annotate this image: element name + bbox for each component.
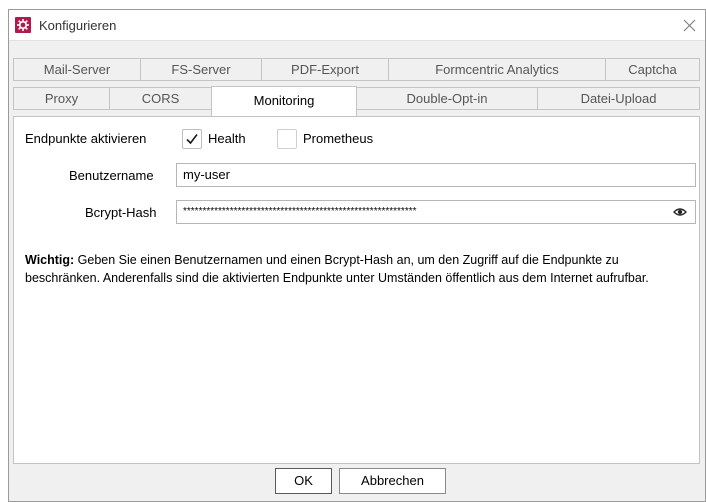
- tab-mail-server[interactable]: Mail-Server: [13, 58, 141, 81]
- tab-pdf-export[interactable]: PDF-Export: [261, 58, 389, 81]
- health-label: Health: [208, 131, 246, 146]
- monitoring-panel: Endpunkte aktivieren Health Prometheus B…: [13, 116, 700, 464]
- endpoints-label: Endpunkte aktivieren: [25, 131, 147, 146]
- note-bold: Wichtig:: [25, 253, 75, 267]
- tab-fs-server[interactable]: FS-Server: [140, 58, 262, 81]
- eye-icon[interactable]: [673, 206, 687, 218]
- prometheus-checkbox[interactable]: [277, 129, 297, 149]
- app-logo-icon: [15, 17, 31, 33]
- note-text: Geben Sie einen Benutzernamen und einen …: [25, 253, 649, 285]
- tab-cors[interactable]: CORS: [109, 87, 212, 110]
- hash-value: ****************************************…: [183, 206, 417, 217]
- title-bar: Konfigurieren: [9, 10, 705, 41]
- tab-formcentric-analytics[interactable]: Formcentric Analytics: [388, 58, 606, 81]
- tab-monitoring[interactable]: Monitoring: [211, 86, 357, 116]
- window-title: Konfigurieren: [39, 18, 117, 33]
- username-input[interactable]: my-user: [176, 163, 696, 187]
- hash-label: Bcrypt-Hash: [85, 205, 157, 220]
- important-note: Wichtig: Geben Sie einen Benutzernamen u…: [25, 251, 675, 287]
- close-button[interactable]: [675, 10, 705, 41]
- close-icon: [683, 19, 696, 32]
- health-checkbox[interactable]: [182, 129, 202, 149]
- tab-proxy[interactable]: Proxy: [13, 87, 110, 110]
- hash-input[interactable]: ****************************************…: [176, 200, 696, 224]
- checkmark-icon: [186, 134, 198, 145]
- configure-dialog: Konfigurieren Mail-Server FS-Server PDF-…: [8, 9, 706, 502]
- ok-button[interactable]: OK: [275, 468, 332, 494]
- prometheus-label: Prometheus: [303, 131, 374, 146]
- tab-captcha[interactable]: Captcha: [605, 58, 700, 81]
- tab-datei-upload[interactable]: Datei-Upload: [537, 87, 700, 110]
- tab-double-opt-in[interactable]: Double-Opt-in: [356, 87, 538, 110]
- username-label: Benutzername: [69, 168, 154, 183]
- cancel-button[interactable]: Abbrechen: [339, 468, 446, 494]
